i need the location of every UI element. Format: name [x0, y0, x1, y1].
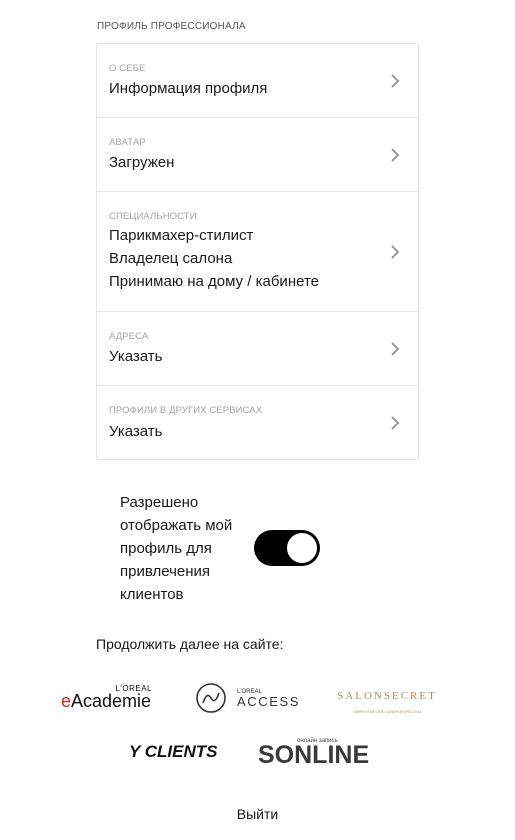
profile-row-other-services[interactable]: ПРОФИЛИ В ДРУГИХ СЕРВИСАХ Указать: [97, 386, 418, 459]
profile-card: О СЕБЕ Информация профиля АВАТАР Загруже…: [96, 43, 419, 460]
chevron-right-icon: [391, 244, 400, 259]
sonline-logo[interactable]: онлайн запись SONLINE: [257, 734, 381, 768]
access-logo[interactable]: L'OREAL ACCESS: [195, 682, 300, 716]
row-label: О СЕБЕ: [109, 63, 146, 74]
consent-toggle[interactable]: [254, 530, 320, 566]
eacademie-logo[interactable]: L'OREAL eAcademie: [60, 682, 155, 712]
row-value: Владелец салона: [109, 250, 233, 267]
eacademie-name: eAcademie: [61, 691, 151, 711]
row-value: Загружен: [109, 154, 175, 171]
row-value: Парикмахер-стилист: [109, 227, 254, 244]
toggle-knob: [287, 533, 317, 563]
yclients-name: Y CLIENTS: [129, 742, 218, 761]
salon-secret-logo[interactable]: SALONSECRET СЕКРЕТНАЯ СЕТЬ САЛОНОВ КРАСО…: [332, 684, 442, 718]
chevron-right-icon: [391, 73, 400, 88]
profile-row-avatar[interactable]: АВАТАР Загружен: [97, 118, 418, 192]
row-label: АВАТАР: [109, 137, 146, 148]
profile-row-addresses[interactable]: АДРЕСА Указать: [97, 312, 418, 386]
salon-secret-sub: СЕКРЕТНАЯ СЕТЬ САЛОНОВ КРАСОТЫ: [353, 710, 421, 714]
yclients-logo[interactable]: Y CLIENTS: [128, 738, 228, 764]
row-label: СПЕЦИАЛЬНОСТИ: [109, 211, 197, 222]
consent-label: Разрешено отображать мой профиль для при…: [120, 494, 233, 603]
row-label: АДРЕСА: [109, 331, 149, 342]
row-value: Принимаю на дому / кабинете: [109, 273, 319, 290]
logout-button[interactable]: Выйти: [0, 806, 515, 822]
row-label: ПРОФИЛИ В ДРУГИХ СЕРВИСАХ: [109, 405, 263, 416]
row-value: Информация профиля: [109, 80, 268, 97]
row-value: Указать: [109, 348, 163, 365]
sonline-name: SONLINE: [258, 741, 369, 768]
continue-label: Продолжить далее на сайте:: [96, 636, 284, 652]
profile-row-about[interactable]: О СЕБЕ Информация профиля: [97, 44, 418, 118]
profile-row-specialties[interactable]: СПЕЦИАЛЬНОСТИ Парикмахер-стилист Владеле…: [97, 192, 418, 312]
section-title: ПРОФИЛЬ ПРОФЕССИОНАЛА: [97, 21, 246, 32]
salon-secret-name: SALONSECRET: [337, 690, 437, 702]
access-name: ACCESS: [237, 694, 300, 709]
chevron-right-icon: [391, 147, 400, 162]
chevron-right-icon: [391, 415, 400, 430]
row-value: Указать: [109, 423, 163, 440]
chevron-right-icon: [391, 341, 400, 356]
